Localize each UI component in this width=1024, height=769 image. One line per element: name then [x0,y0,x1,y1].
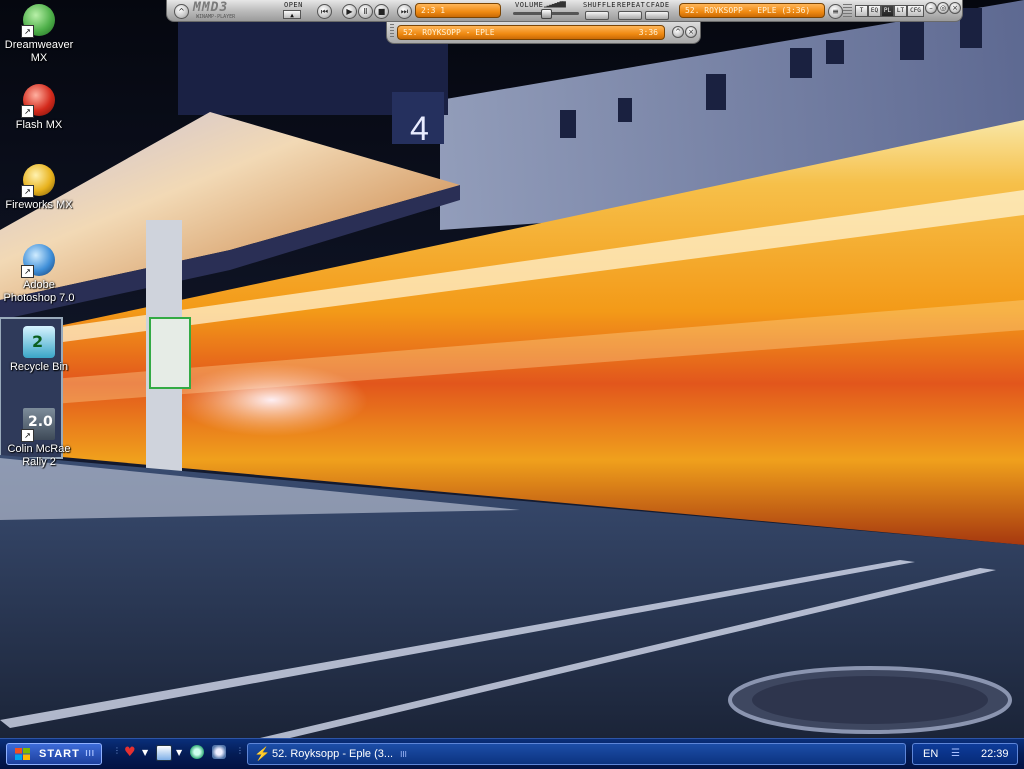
network-icon[interactable] [212,745,226,759]
shortcut-arrow-icon: ↗ [21,25,34,38]
start-label: START [39,748,80,760]
recycle-bin-icon: 2 [23,326,55,358]
taskbar: START III ⋮ ♥ ▼ ▼ ⋮ ⚡ 52. Royksopp - Epl… [0,738,1024,769]
grip-icon: III [400,750,407,759]
fireworks-icon: ↗ [21,164,55,198]
desktop-icon-photoshop[interactable]: ↗ Adobe Photoshop 7.0 [0,244,78,305]
volume-level-bars: ▁▂▃▄▅▆▇▇ [544,1,566,8]
colin-badge: 2.0 [28,414,53,430]
recycle-badge: 2 [32,332,44,351]
mode-button-lt[interactable]: LT [894,5,907,17]
repeat-label: REPEAT [617,1,646,9]
grip-icon [390,24,394,39]
dreamweaver-icon: ↗ [21,4,55,38]
clock[interactable]: 22:39 [981,744,1009,764]
flash-icon: ↗ [21,84,55,118]
mode-button-eq[interactable]: EQ [868,5,881,17]
shade-icon[interactable]: ◎ [937,2,949,14]
shortcut-arrow-icon: ↗ [21,105,34,118]
desktop-icon-label: Fireworks MX [5,199,73,211]
show-desktop-icon[interactable] [190,745,204,759]
previous-button[interactable]: ⏮ [317,4,332,19]
lightning-icon: ⚡ [254,746,271,761]
playlist-close-icon[interactable]: × [685,26,697,38]
playlist-expand-icon[interactable]: ^ [672,26,684,38]
shuffle-label: SHUFFLE [583,1,617,9]
tray-menu-icon[interactable]: ☰ [951,744,960,764]
eject-button[interactable]: ▲ [283,10,301,19]
quicklaunch-grip-icon: ⋮ [113,746,121,755]
open-label: OPEN [284,1,303,9]
crossfade-toggle[interactable] [645,11,669,20]
next-button[interactable]: ⏭ [397,4,412,19]
trash-icon[interactable] [156,745,172,761]
desktop-icon-flash[interactable]: ↗ Flash MX [0,84,78,132]
taskbar-button-label: 52. Royksopp - Eple (3... [272,748,394,760]
winamp-logo: MMD3 [193,0,229,15]
mode-button-pl[interactable]: PL [881,5,894,17]
grip-icon [843,4,852,17]
playlist-menu-icon[interactable]: ≡ [828,4,843,19]
minimize-icon[interactable]: – [925,2,937,14]
photoshop-icon: ↗ [21,244,55,278]
shuffle-toggle[interactable] [585,11,609,20]
close-icon[interactable]: × [949,2,961,14]
repeat-toggle[interactable] [618,11,642,20]
time-display[interactable]: 2:3 1 [415,3,501,18]
winamp-menu-button[interactable]: ^ [174,4,189,19]
system-tray: EN ☰ 22:39 [912,743,1018,765]
desktop-wallpaper: 4 [0,0,1024,738]
track-title-display[interactable]: 52. ROYKSOPP - EPLE (3:36) [679,3,825,18]
desktop-icon-label: Recycle Bin [9,361,69,373]
desktop-icon-dreamweaver[interactable]: ↗ Dreamweaver MX [0,4,78,65]
mode-button-t[interactable]: T [855,5,868,17]
grip-icon: III [85,749,95,758]
desktop-icon-label: Flash MX [15,119,63,131]
mode-button-cfg[interactable]: CFG [907,5,924,17]
pause-button[interactable]: Ⅱ [358,4,373,19]
play-button[interactable]: ▶ [342,4,357,19]
volume-slider-thumb[interactable] [541,9,552,19]
heart-icon[interactable]: ♥ [124,745,140,761]
winamp-main-window[interactable]: ^ MMD3 WINAMP-PLAYER OPEN ▲ ⏮ ▶ Ⅱ ■ ⏭ 2:… [166,0,963,22]
taskbar-button-winamp[interactable]: ⚡ 52. Royksopp - Eple (3... III [247,743,906,765]
svg-text:4: 4 [410,110,429,148]
cfade-label: CFADE [646,1,670,9]
start-button[interactable]: START III [6,743,102,765]
desktop-icon-label: Dreamweaver MX [4,39,74,64]
shortcut-arrow-icon: ↗ [21,265,34,278]
stop-button[interactable]: ■ [374,4,389,19]
colin-mcrae-icon: 2.0 ↗ [21,408,55,442]
desktop-icon-label: Adobe Photoshop 7.0 [3,279,75,304]
desktop-icon-recycle-bin[interactable]: 2 Recycle Bin [0,326,78,374]
taskbar-grip-icon: ⋮ [236,746,244,755]
desktop-icon-label: Colin McRae Rally 2 [7,443,71,468]
shortcut-arrow-icon: ↗ [21,185,34,198]
desktop-icon-colin-mcrae[interactable]: 2.0 ↗ Colin McRae Rally 2 [0,408,78,469]
playlist-duration: 3:36 [638,28,658,37]
volume-label: VOLUME [515,1,544,9]
winamp-subtitle: WINAMP-PLAYER [196,14,236,20]
desktop-icon-fireworks[interactable]: ↗ Fireworks MX [0,164,78,212]
winamp-playlist-window[interactable]: 52. ROYKSOPP - EPLE 3:36 ^ × [386,22,701,44]
language-indicator[interactable]: EN [923,744,938,764]
shortcut-arrow-icon: ↗ [21,429,34,442]
playlist-current-track[interactable]: 52. ROYKSOPP - EPLE 3:36 [397,25,665,40]
windows-logo-icon [15,748,30,760]
